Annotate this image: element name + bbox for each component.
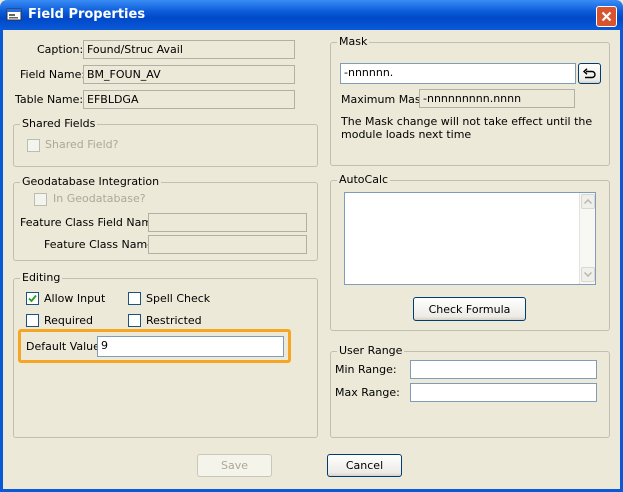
field-name-label: Field Name: — [20, 68, 86, 81]
feature-class-name-label: Feature Class Name: — [44, 238, 158, 251]
caption-field: Found/Struc Avail — [83, 40, 295, 59]
geodatabase-legend: Geodatabase Integration — [20, 175, 162, 188]
shared-field-checkbox[interactable] — [27, 139, 40, 152]
save-button[interactable]: Save — [197, 454, 272, 477]
mask-note: The Mask change will not take effect unt… — [341, 115, 593, 141]
field-name-field: BM_FOUN_AV — [83, 65, 295, 84]
required-checkbox[interactable] — [26, 314, 39, 327]
default-value-label: Default Value: — [26, 340, 104, 353]
scroll-up-button[interactable] — [581, 194, 595, 209]
scroll-down-button[interactable] — [581, 267, 595, 282]
caption-label: Caption: — [37, 43, 84, 56]
mask-input[interactable]: -nnnnnn. — [340, 63, 576, 84]
window-title: Field Properties — [28, 7, 146, 22]
feature-class-name-field[interactable] — [148, 235, 307, 254]
user-range-legend: User Range — [337, 344, 405, 357]
shared-field-label: Shared Field? — [45, 138, 119, 151]
min-range-label: Min Range: — [335, 363, 397, 376]
autocalc-legend: AutoCalc — [337, 173, 391, 186]
chevron-down-icon — [584, 272, 592, 277]
check-icon — [28, 294, 37, 303]
in-geodatabase-label: In Geodatabase? — [53, 192, 146, 205]
default-value-input[interactable]: 9 — [97, 336, 284, 357]
in-geodatabase-checkbox[interactable] — [34, 193, 47, 206]
shared-fields-legend: Shared Fields — [20, 117, 98, 130]
allow-input-label: Allow Input — [44, 292, 106, 305]
max-range-label: Max Range: — [335, 386, 400, 399]
spell-check-checkbox[interactable] — [128, 292, 141, 305]
max-range-input[interactable] — [410, 383, 597, 402]
mask-legend: Mask — [337, 35, 370, 48]
editing-legend: Editing — [20, 271, 63, 284]
allow-input-checkbox[interactable] — [26, 292, 39, 305]
restricted-checkbox[interactable] — [128, 314, 141, 327]
feature-class-field-name-field[interactable] — [148, 213, 307, 232]
check-formula-button[interactable]: Check Formula — [413, 297, 526, 321]
maximum-mask-field: -nnnnnnnnn.nnnn — [419, 89, 575, 108]
table-name-label: Table Name: — [15, 93, 84, 106]
feature-class-field-name-label: Feature Class Field Name: — [20, 216, 163, 229]
required-label: Required — [44, 314, 93, 327]
min-range-input[interactable] — [410, 360, 597, 379]
autocalc-formula-text — [345, 193, 575, 284]
table-name-field: EFBLDGA — [83, 90, 295, 109]
spell-check-label: Spell Check — [146, 292, 211, 305]
autocalc-scrollbar[interactable] — [579, 193, 595, 284]
autocalc-formula-textarea[interactable] — [344, 192, 596, 285]
close-icon — [601, 11, 612, 22]
mask-reset-button[interactable] — [578, 63, 601, 84]
restricted-label: Restricted — [146, 314, 202, 327]
undo-icon — [582, 67, 596, 78]
close-button[interactable] — [596, 6, 617, 27]
app-icon — [6, 7, 22, 23]
maximum-mask-label: Maximum Mask: — [341, 93, 431, 106]
chevron-up-icon — [584, 199, 592, 204]
cancel-button[interactable]: Cancel — [327, 454, 402, 477]
